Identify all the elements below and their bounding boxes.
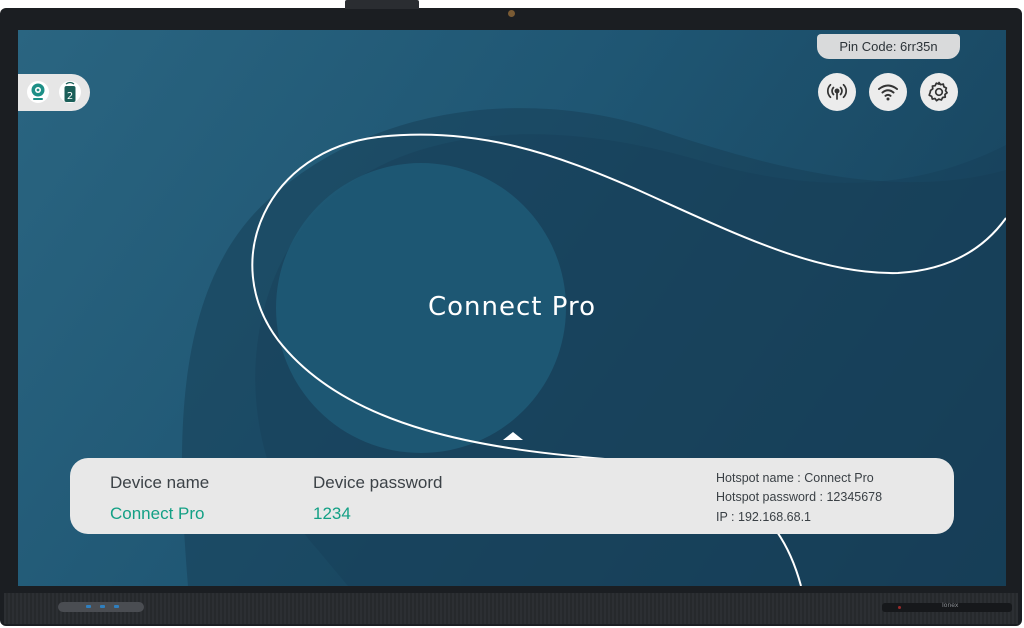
hotspot-name: Hotspot name : Connect Pro [716,471,874,485]
expand-up-arrow-icon[interactable] [503,432,523,440]
brand-logo: Ionex [942,602,959,609]
broadcast-button[interactable] [818,73,856,111]
speaker-grille [4,593,1018,624]
settings-button[interactable] [920,73,958,111]
power-led-icon [898,606,901,609]
device-password-label: Device password [313,473,443,492]
wireless-dongle-icon[interactable]: 2 [58,80,82,104]
dongle-count-badge: 2 [67,91,73,102]
ip-address: IP : 192.168.68.1 [716,510,811,524]
device-password-value: 1234 [313,504,351,523]
pin-code-badge: Pin Code: 6rr35n [817,34,960,59]
connected-devices-pill[interactable]: 2 [18,74,90,111]
wifi-button[interactable] [869,73,907,111]
camera-housing [345,0,419,9]
connection-info-card: Device name Connect Pro Device password … [70,458,954,534]
home-screen: Pin Code: 6rr35n 2 Connect Pro Device na… [18,30,1006,586]
app-title: Connect Pro [427,292,596,322]
camera-lens-icon [508,10,515,17]
front-ports-panel [58,602,144,612]
webcam-icon[interactable] [26,80,50,104]
hotspot-password: Hotspot password : 12345678 [716,490,883,504]
device-name-value: Connect Pro [110,504,205,523]
device-name-label: Device name [110,473,210,492]
